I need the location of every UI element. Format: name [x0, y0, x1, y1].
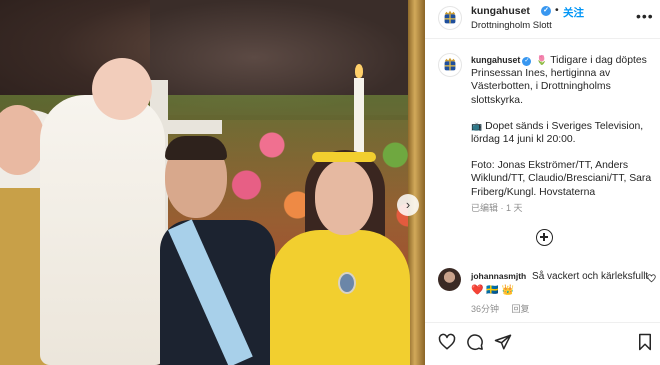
- royal-crest-icon: [444, 10, 456, 24]
- verified-badge-icon: ✓: [522, 57, 532, 66]
- photo-candle-flame: [355, 64, 363, 78]
- comment-button[interactable]: [466, 333, 484, 351]
- photo-candle: [354, 78, 364, 153]
- share-button[interactable]: [494, 333, 512, 351]
- comment-like-heart-icon[interactable]: [647, 274, 656, 283]
- header-username[interactable]: kungahuset: [471, 5, 530, 17]
- photo-woman-headband: [312, 152, 376, 162]
- meta-dot: ·: [500, 203, 504, 213]
- edited-label: 已编辑: [471, 203, 499, 213]
- post-photo[interactable]: ›: [0, 0, 425, 365]
- tulip-emoji: 🌷: [536, 55, 548, 65]
- follow-button[interactable]: 关注: [563, 5, 584, 20]
- comment-emojis: ❤️ 🇸🇪 👑: [471, 285, 514, 296]
- post-actions: [425, 328, 660, 358]
- load-more-comments-button[interactable]: [536, 229, 553, 246]
- comment-icon: [467, 334, 483, 351]
- photo-woman-head: [315, 160, 373, 235]
- photo-baby-gown: [40, 95, 165, 365]
- photo-brooch: [338, 272, 356, 294]
- photo-man-hair: [165, 136, 227, 160]
- header-divider: [425, 38, 660, 39]
- actions-divider: [425, 322, 660, 323]
- comment-meta: 36分钟 回复: [471, 302, 530, 315]
- bookmark-icon: [639, 333, 651, 351]
- post-time[interactable]: 1 天: [506, 203, 523, 213]
- header-dot: •: [555, 4, 559, 16]
- header-location[interactable]: Drottningholm Slott: [471, 20, 552, 31]
- tv-emoji: 📺: [471, 120, 483, 131]
- royal-crest-icon: [444, 57, 456, 71]
- comment-username[interactable]: johannasmjth: [471, 271, 526, 281]
- heart-icon: [438, 333, 456, 350]
- next-photo-button[interactable]: ›: [397, 194, 419, 216]
- paper-plane-icon: [494, 334, 512, 350]
- like-button[interactable]: [438, 333, 456, 351]
- caption-username[interactable]: kungahuset: [471, 55, 520, 65]
- comment: johannasmjth Så vackert och kärleksfullt…: [471, 270, 657, 297]
- header-avatar[interactable]: [438, 6, 462, 30]
- comment-text: Så vackert och kärleksfullt: [532, 271, 649, 282]
- caption-meta: 已编辑 · 1 天: [471, 201, 523, 214]
- caption-gap: [471, 146, 656, 159]
- save-button[interactable]: [636, 333, 654, 351]
- comment-time: 36分钟: [471, 304, 500, 314]
- post-caption: kungahuset ✓ 🌷 Tidigare i dag döptes Prin…: [471, 54, 656, 199]
- reply-button[interactable]: 回复: [512, 304, 530, 314]
- photo-baby-head: [92, 58, 152, 120]
- comment-avatar[interactable]: [438, 268, 461, 291]
- caption-line-3: Foto: Jonas Ekströmer/TT, Anders Wiklund…: [471, 160, 652, 198]
- post-side-panel: kungahuset ✓ • 关注 Drottningholm Slott ••…: [425, 0, 660, 365]
- post-header: kungahuset ✓ • 关注 Drottningholm Slott ••…: [425, 0, 660, 37]
- caption-avatar[interactable]: [438, 53, 462, 77]
- photo-woman-dress: [270, 230, 410, 365]
- caption-line-2: Dopet sänds i Sveriges Television, lörda…: [471, 120, 644, 146]
- verified-badge-icon: ✓: [541, 6, 551, 16]
- more-options-icon[interactable]: •••: [636, 8, 654, 24]
- caption-gap: [471, 107, 656, 120]
- photo-gold-frame: [408, 0, 425, 365]
